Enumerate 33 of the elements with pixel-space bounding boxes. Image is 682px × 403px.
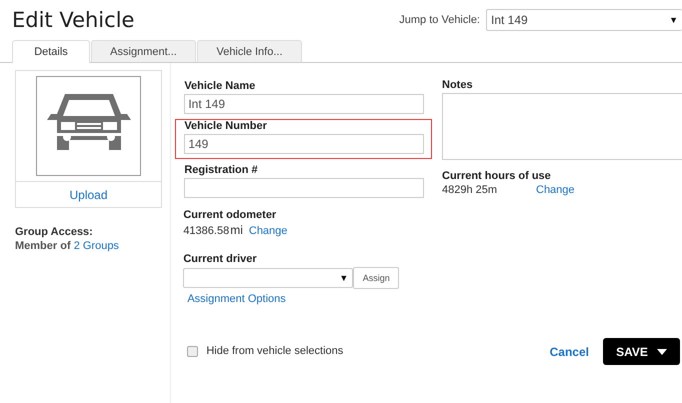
checkbox[interactable] (187, 346, 198, 356)
tab[interactable]: Assignment... (91, 40, 196, 62)
field-label: Vehicle Number (184, 120, 268, 132)
save-button[interactable]: SAVE (603, 338, 680, 365)
notes-label: Notes (442, 79, 474, 91)
change-link[interactable]: Change (536, 184, 575, 196)
group-membership-text: Member of (15, 240, 71, 252)
checkbox-label: Hide from vehicle selections (206, 345, 344, 357)
tab[interactable]: Vehicle Info... (197, 40, 302, 62)
driver-label: Current driver (182, 253, 258, 265)
notes-field[interactable] (442, 93, 682, 160)
input-field[interactable]: Int 149 (184, 94, 424, 114)
jump-label: Jump to Vehicle: (399, 14, 480, 26)
assignment-options-link[interactable]: Assignment Options (175, 293, 442, 305)
cancel-link[interactable]: Cancel (550, 344, 589, 358)
input-field[interactable]: 149 (184, 134, 424, 154)
hours-value: 4829h 25m (442, 184, 498, 196)
odometer-unit: mi (230, 223, 243, 237)
groups-link[interactable]: 2 Groups (74, 240, 119, 252)
page-title: Edit Vehicle (12, 8, 134, 32)
hours-label: Current hours of use (442, 170, 552, 182)
odometer-value: 41386.58 (183, 225, 230, 237)
tab[interactable]: Details (12, 40, 90, 63)
vehicle-select[interactable]: Int 149 ▼ (486, 9, 682, 31)
assign-button[interactable]: Assign (353, 267, 400, 289)
field-label: Vehicle Name (184, 80, 256, 92)
odometer-label: Current odometer (182, 209, 278, 221)
group-access-label: Group Access: (15, 226, 94, 238)
input-field[interactable] (184, 178, 424, 198)
driver-select[interactable]: ▼ (183, 268, 354, 288)
field-label: Registration # (184, 164, 259, 176)
change-link[interactable]: Change (248, 225, 288, 237)
caret-icon (656, 348, 667, 354)
